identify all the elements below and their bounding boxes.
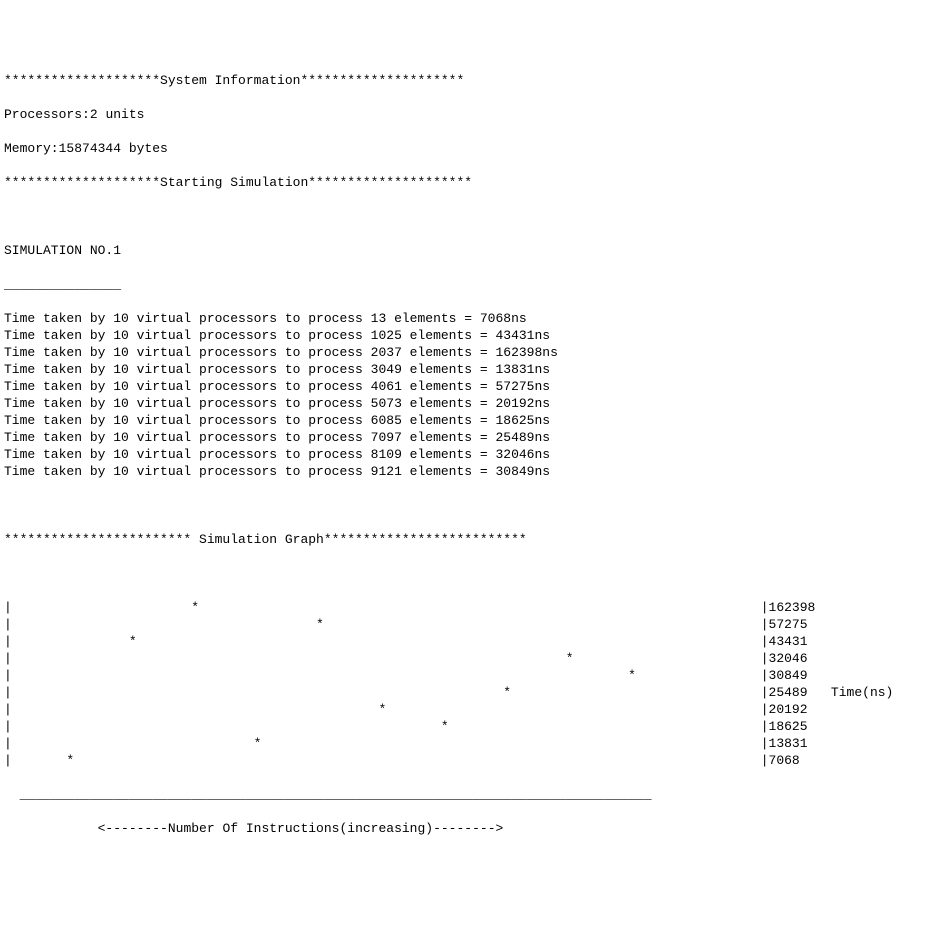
simulation-row: Time taken by 10 virtual processors to p… <box>4 429 931 446</box>
graph-row: | * |25489 Time(ns) <box>4 684 931 701</box>
simulation-title: SIMULATION NO.1 <box>4 242 931 259</box>
graph-row: | * |18625 <box>4 718 931 735</box>
graph-underline-indent <box>4 787 20 802</box>
simulation-row: Time taken by 10 virtual processors to p… <box>4 378 931 395</box>
graph-row: | * |32046 <box>4 650 931 667</box>
simulation-row: Time taken by 10 virtual processors to p… <box>4 412 931 429</box>
sysinfo-banner: ********************System Information**… <box>4 72 931 89</box>
processors-value: 2 <box>90 107 98 122</box>
simulation-row: Time taken by 10 virtual processors to p… <box>4 446 931 463</box>
memory-line: Memory:15874344 bytes <box>4 140 931 157</box>
blank-line <box>4 208 931 225</box>
simulation-underline: _______________ <box>4 276 931 293</box>
graph-underline-line: ________________________________________… <box>4 786 931 803</box>
graph-rows: | * |162398| * <box>4 599 931 769</box>
memory-label: Memory: <box>4 141 59 156</box>
starting-banner: ********************Starting Simulation*… <box>4 174 931 191</box>
graph-row: | * |20192 <box>4 701 931 718</box>
processors-unit: units <box>98 107 145 122</box>
graph-xlabel-indent <box>4 821 98 836</box>
graph-xlabel: <--------Number Of Instructions(increasi… <box>98 821 504 836</box>
graph-row: | * |13831 <box>4 735 931 752</box>
memory-unit: bytes <box>121 141 168 156</box>
graph-row: | * |30849 <box>4 667 931 684</box>
graph-underline: ________________________________________… <box>20 787 652 802</box>
simulation-row: Time taken by 10 virtual processors to p… <box>4 327 931 344</box>
graph-row: | * |57275 <box>4 616 931 633</box>
blank-line <box>4 497 931 514</box>
graph-row: | * |7068 <box>4 752 931 769</box>
simulation-row: Time taken by 10 virtual processors to p… <box>4 310 931 327</box>
simulation-row: Time taken by 10 virtual processors to p… <box>4 463 931 480</box>
graph-banner: ************************ Simulation Grap… <box>4 531 931 548</box>
simulation-row: Time taken by 10 virtual processors to p… <box>4 344 931 361</box>
simulation-row: Time taken by 10 virtual processors to p… <box>4 395 931 412</box>
processors-line: Processors:2 units <box>4 106 931 123</box>
graph-xlabel-line: <--------Number Of Instructions(increasi… <box>4 820 931 837</box>
memory-value: 15874344 <box>59 141 121 156</box>
graph-row: | * |43431 <box>4 633 931 650</box>
processors-label: Processors: <box>4 107 90 122</box>
graph-row: | * |162398 <box>4 599 931 616</box>
simulation-rows: Time taken by 10 virtual processors to p… <box>4 310 931 480</box>
simulation-row: Time taken by 10 virtual processors to p… <box>4 361 931 378</box>
blank-line <box>4 565 931 582</box>
